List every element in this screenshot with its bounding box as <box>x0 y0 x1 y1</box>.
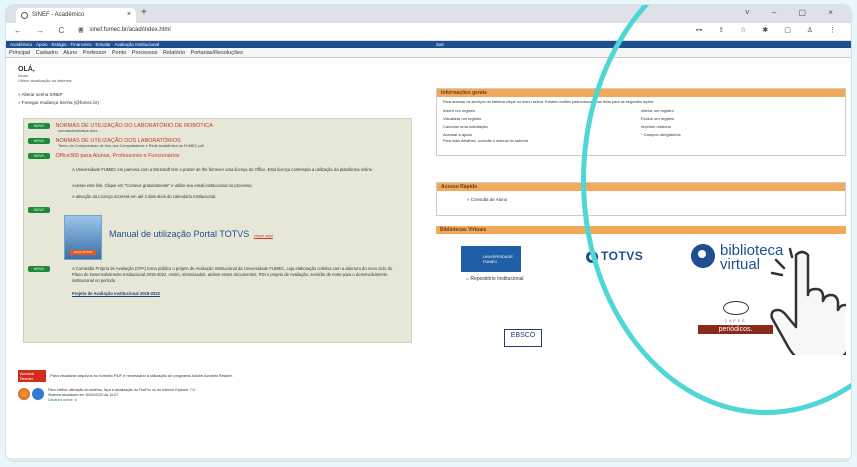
news-desc[interactable]: Termo de Compromisso de Uso dos Computad… <box>58 144 204 148</box>
url-text: sinef.fumec.br/acad/index.html <box>89 27 171 33</box>
news-item: NOVO <box>28 266 50 272</box>
news-title-link[interactable]: Office365 para Alunos, Professores e Fun… <box>56 153 180 159</box>
browser-tab[interactable]: SINEF - Acadêmico × <box>16 8 136 23</box>
change-email-password-link[interactable]: » Fonegar mudança Senha (@fumec.br) <box>18 100 408 105</box>
menu-item-processos[interactable]: Processos <box>132 50 158 56</box>
change-password-link[interactable]: » Alterar senha SINEF <box>18 92 408 97</box>
bottom-edge <box>6 458 851 461</box>
menu-item-aluno[interactable]: Aluno <box>63 50 77 56</box>
news-item: NOVO NORMAS DE UTILIZAÇÃO DO LABORATÓRIO… <box>28 123 213 133</box>
globe-icon <box>21 12 28 19</box>
new-badge: NOVO <box>28 266 50 272</box>
menu-item-portarias[interactable]: Portarias/Resoluções <box>191 50 243 56</box>
new-tab-icon[interactable]: + <box>141 7 147 18</box>
pointer-hand-icon <box>770 247 846 355</box>
close-icon[interactable]: × <box>127 11 131 18</box>
fumec-logo[interactable]: UNIVERSIDADE FUMEC <box>461 246 521 272</box>
manual-title-text: Manual de utilização Portal TOTVS <box>109 229 250 239</box>
menu-item-cadastro[interactable]: Cadastro <box>36 50 58 56</box>
cpa-link[interactable]: Projeto de Avaliação Institucional 2018-… <box>72 291 402 297</box>
lock-icon: ▣ <box>78 27 84 33</box>
office-text-1: A Universidade FUMEC em parceria com a M… <box>72 167 374 172</box>
news-item: NOVO NORMAS DE UTILIZAÇÃO DOS LABORATÓRI… <box>28 138 204 148</box>
pdf-note: Acrobat Reader Para visualizar arquivos … <box>18 370 233 382</box>
cpa-text: A Comissão Própria de Avaliação (CPA) to… <box>72 266 393 283</box>
manual-thumbnail[interactable]: Portal TOTVS <box>64 215 102 260</box>
news-item: NOVO Office365 para Alunos, Professores … <box>28 153 180 159</box>
manual-title: Manual de utilização Portal TOTVS clique… <box>109 229 273 239</box>
browser-note: Para melhor utilização do sistema, faça … <box>18 388 196 403</box>
acrobat-reader-icon[interactable]: Acrobat Reader <box>18 370 46 382</box>
greeting: OLÁ, <box>18 66 35 73</box>
menu-item-ponto[interactable]: Ponto <box>112 50 126 56</box>
manual-link[interactable]: clique aqui <box>254 233 273 238</box>
updated-text: Sistema atualizado em 10/02/2022 às 10:2… <box>48 393 119 397</box>
new-badge: NOVO <box>28 207 50 213</box>
news-box: NOVO NORMAS DE UTILIZAÇÃO DO LABORATÓRIO… <box>23 118 412 343</box>
online-users: Usuários online: 8 <box>48 398 77 402</box>
address-bar[interactable]: ▣ sinef.fumec.br/acad/index.html <box>78 26 171 33</box>
tab-title: SINEF - Acadêmico <box>32 12 85 18</box>
repository-link[interactable]: ⌂ Repositório Institucional <box>466 276 524 282</box>
internet-explorer-icon[interactable] <box>32 388 44 400</box>
news-desc[interactable]: normasderobotica.docx <box>58 129 213 133</box>
browser-window: SINEF - Acadêmico × + ˅ – ▢ × ← → C ⌂ ▣ … <box>6 5 851 461</box>
pdf-note-text: Para visualizar arquivos no formato PDF … <box>50 373 233 379</box>
firefox-icon[interactable] <box>18 388 30 400</box>
menu-item-principal[interactable]: Principal <box>9 50 30 56</box>
left-column: OLÁ, Aluno Último atualização do sistema… <box>18 66 408 108</box>
menu-item-relatorio[interactable]: Relatório <box>163 50 185 56</box>
ebsco-logo[interactable]: EBSCO <box>504 329 542 347</box>
thumb-button: Portal TOTVS <box>70 250 96 255</box>
office-text-2: Acesse este link. Clique em "Comece grat… <box>72 183 253 188</box>
last-access: Último atualização do sistema: <box>18 78 73 83</box>
repository-label: Repositório Institucional <box>470 276 524 282</box>
account-links: » Alterar senha SINEF » Fonegar mudança … <box>18 92 408 105</box>
new-badge: NOVO <box>28 123 50 129</box>
app-modules[interactable]: Acadêmico · Apoio · Estágio · Financeiro… <box>10 42 159 47</box>
new-badge: NOVO <box>28 153 50 159</box>
new-badge: NOVO <box>28 138 50 144</box>
menu-item-professor[interactable]: Professor <box>83 50 107 56</box>
browser-note-text: Para melhor utilização do sistema, faça … <box>48 388 196 392</box>
office-text-3: A ativação da Licença ocorrerá em até 2 … <box>72 194 217 199</box>
news-item: NOVO <box>28 207 50 213</box>
